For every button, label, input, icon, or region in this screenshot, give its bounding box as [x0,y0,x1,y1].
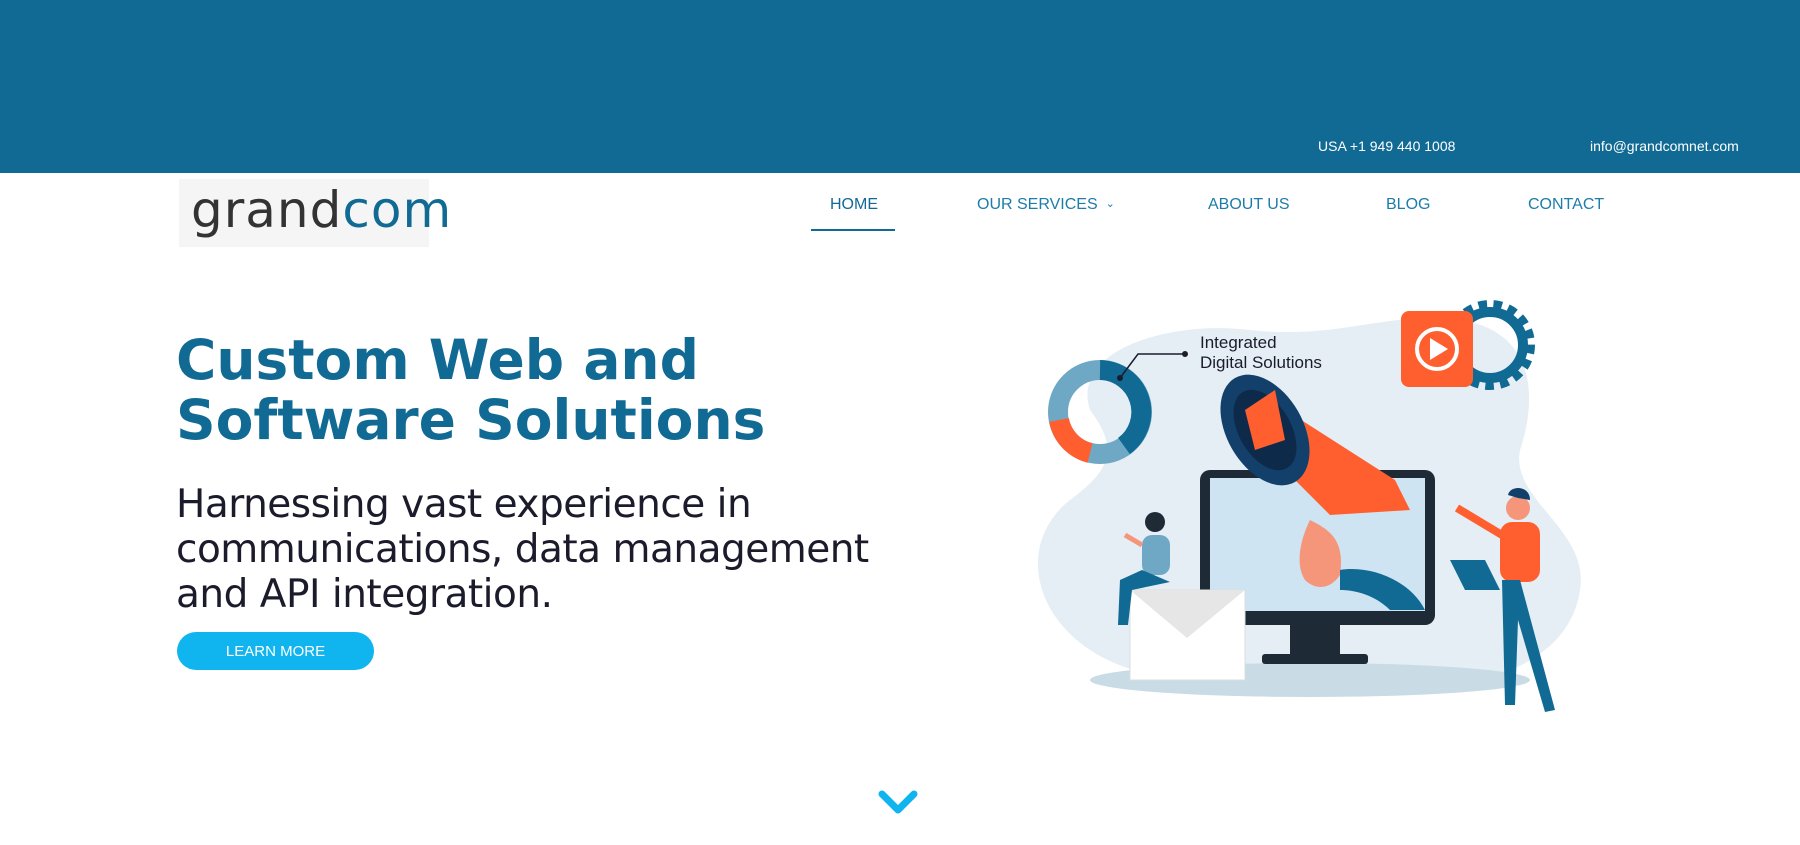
hero-title-line2: Software Solutions [176,388,766,452]
envelope-graphic [1129,589,1246,681]
play-badge-graphic [1401,311,1473,387]
phone-link[interactable]: USA +1 949 440 1008 [1318,138,1455,154]
illustration-callout: Integrated Digital Solutions [1200,333,1322,373]
chevron-down-icon: ⌄ [1105,198,1115,210]
nav-blog[interactable]: BLOG [1386,196,1430,214]
hero-title: Custom Web and Software Solutions [176,330,876,450]
nav-active-underline [811,229,895,231]
nav-about-us[interactable]: ABOUT US [1208,196,1290,214]
learn-more-button[interactable]: LEARN MORE [177,632,374,670]
hero-subtitle: Harnessing vast experience in communicat… [176,482,869,617]
callout-line2: Digital Solutions [1200,353,1322,372]
site-logo[interactable]: grandcom [179,179,451,247]
logo-text-grand: grand [191,181,343,239]
callout-line1: Integrated [1200,333,1277,352]
top-bar: USA +1 949 440 1008 info@grandcomnet.com [0,0,1800,173]
nav-contact[interactable]: CONTACT [1528,196,1604,214]
email-link[interactable]: info@grandcomnet.com [1590,138,1739,154]
hero-title-line1: Custom Web and [176,328,699,392]
nav-our-services-label: OUR SERVICES [977,196,1098,213]
nav-home[interactable]: HOME [830,196,878,214]
nav-our-services[interactable]: OUR SERVICES ⌄ [977,196,1115,214]
logo-text-com: com [342,181,453,239]
chevron-down-icon[interactable] [878,788,918,818]
